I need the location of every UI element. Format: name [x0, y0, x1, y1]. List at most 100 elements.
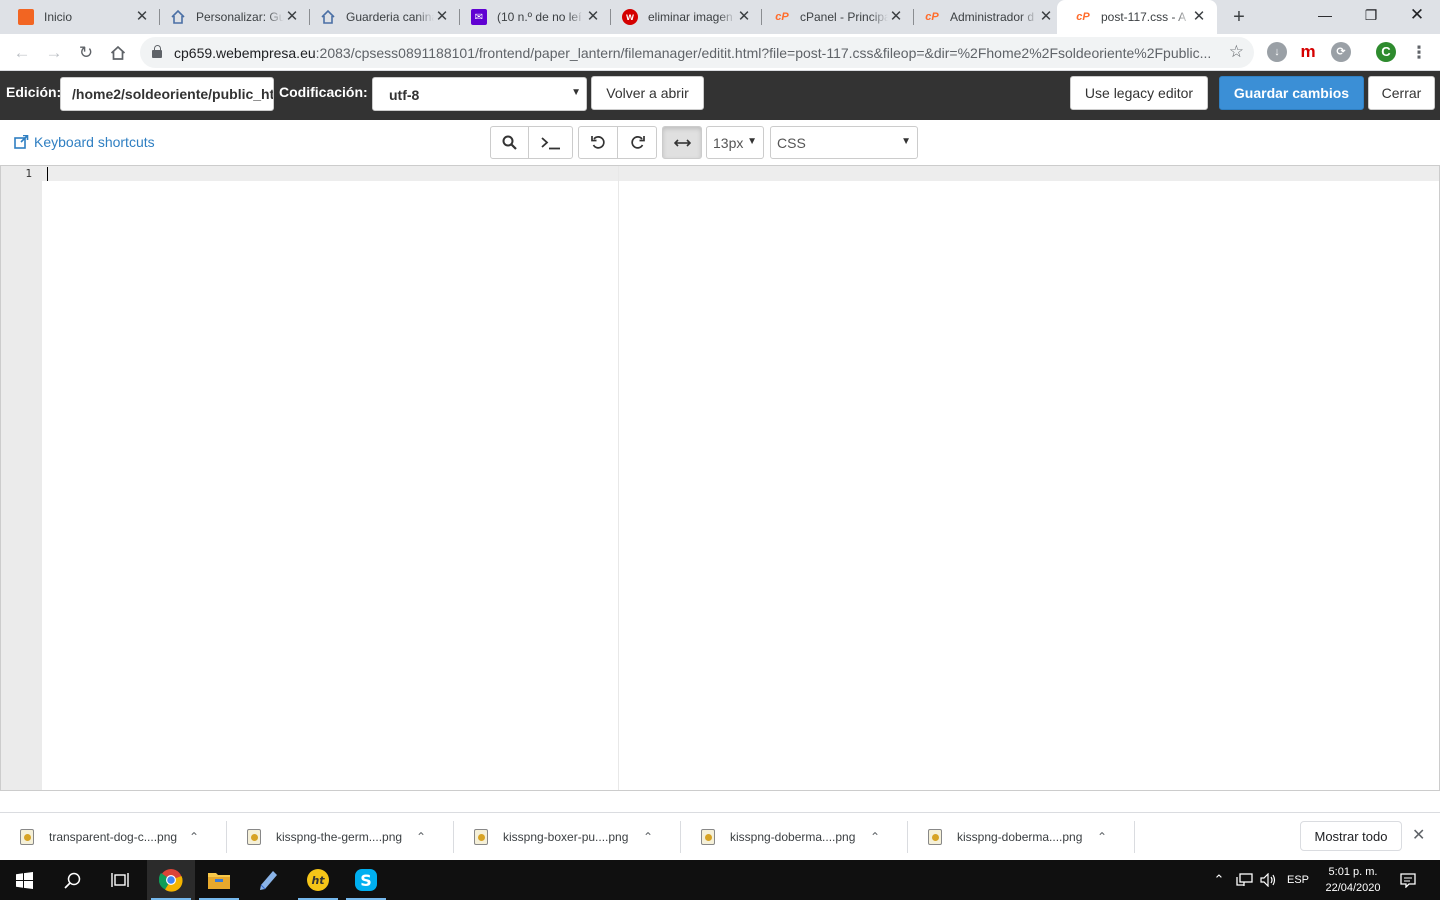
file-path-field[interactable]: /home2/soldeoriente/public_html [60, 77, 274, 111]
browser-tab[interactable]: Guarderia canina ✕ [302, 0, 460, 34]
terminal-icon [540, 136, 560, 149]
png-file-icon [928, 829, 942, 845]
close-tab-icon[interactable]: ✕ [888, 9, 904, 25]
show-all-downloads-button[interactable]: Mostrar todo [1300, 821, 1402, 851]
download-item[interactable]: transparent-dog-c....png ⌃ [0, 813, 227, 861]
reload-icon[interactable]: ↻ [72, 39, 100, 67]
png-file-icon [247, 829, 261, 845]
download-item[interactable]: kisspng-the-germ....png ⌃ [227, 813, 454, 861]
search-button[interactable] [490, 126, 529, 159]
code-editor[interactable]: 1 [0, 165, 1440, 791]
browser-tab-strip: Inicio ✕ Personalizar: Gu ✕ Guarderia ca… [0, 0, 1440, 34]
search-icon [502, 135, 517, 150]
encoding-value: utf-8 [389, 87, 420, 103]
notepad-icon[interactable] [244, 860, 292, 900]
cpanel-icon: cP [775, 11, 789, 23]
close-tab-icon[interactable]: ✕ [736, 9, 752, 25]
clock[interactable]: 5:01 p. m. 22/04/2020 [1318, 860, 1388, 900]
close-tab-icon[interactable]: ✕ [134, 9, 150, 25]
bookmark-star-icon[interactable]: ☆ [1229, 42, 1244, 62]
terminal-button[interactable] [528, 126, 573, 159]
search-icon[interactable] [48, 860, 96, 900]
mode-select[interactable]: CSS ▼ [770, 126, 918, 159]
file-explorer-icon[interactable] [195, 860, 243, 900]
reopen-button[interactable]: Volver a abrir [591, 76, 704, 110]
windows-start-icon[interactable] [0, 860, 48, 900]
kebab-menu-icon[interactable]: ⋮ [1405, 39, 1433, 67]
browser-tab[interactable]: w eliminar imagen ✕ [604, 0, 762, 34]
tab-title: post-117.css - A [1101, 10, 1187, 24]
redo-button[interactable] [617, 126, 657, 159]
svg-text:ht: ht [311, 874, 325, 887]
address-bar[interactable]: cp659.webempresa.eu:2083/cpsess089118810… [140, 37, 1254, 68]
url-host: cp659.webempresa.eu [174, 45, 316, 61]
extension-icon[interactable]: ⟳ [1331, 42, 1351, 62]
skype-icon[interactable]: S [342, 860, 390, 900]
caret-down-icon: ▼ [901, 136, 911, 147]
house-icon [170, 9, 186, 25]
horizontal-arrows-icon [673, 138, 691, 147]
keyboard-shortcuts-link[interactable]: Keyboard shortcuts [14, 134, 155, 150]
volume-icon[interactable] [1257, 860, 1279, 900]
close-tab-icon[interactable]: ✕ [585, 9, 601, 25]
new-tab-button[interactable]: + [1228, 6, 1250, 28]
extension-icon[interactable]: ↓ [1267, 42, 1287, 62]
chevron-up-icon[interactable]: ⌃ [870, 830, 880, 844]
tab-title: Administrador d [950, 10, 1035, 24]
close-tab-icon[interactable]: ✕ [1191, 9, 1207, 25]
browser-tab[interactable]: cP cPanel - Principa ✕ [756, 0, 914, 34]
chevron-up-icon[interactable]: ⌃ [1208, 860, 1230, 900]
task-view-icon[interactable] [96, 860, 144, 900]
chevron-up-icon[interactable]: ⌃ [416, 830, 426, 844]
keyboard-shortcuts-label: Keyboard shortcuts [34, 134, 155, 150]
minimize-icon[interactable]: — [1302, 0, 1348, 30]
tab-title: Guarderia canina [346, 10, 434, 24]
close-download-bar-icon[interactable]: ✕ [1412, 825, 1425, 845]
profile-avatar[interactable]: C [1376, 42, 1396, 62]
forward-arrow-icon[interactable]: → [40, 39, 68, 67]
legacy-editor-button[interactable]: Use legacy editor [1070, 76, 1208, 110]
browser-tab-active[interactable]: cP post-117.css - A ✕ [1057, 0, 1217, 34]
close-tab-icon[interactable]: ✕ [284, 9, 300, 25]
close-tab-icon[interactable]: ✕ [434, 9, 450, 25]
cpanel-icon: cP [925, 11, 939, 23]
browser-tab[interactable]: cP Administrador d ✕ [906, 0, 1064, 34]
chrome-icon[interactable] [147, 860, 195, 900]
cpanel-icon: cP [1076, 11, 1090, 23]
restore-icon[interactable]: ❐ [1348, 0, 1394, 30]
chevron-up-icon[interactable]: ⌃ [189, 830, 199, 844]
save-changes-button[interactable]: Guardar cambios [1219, 76, 1364, 110]
download-filename: kisspng-doberma....png [730, 830, 856, 844]
line-number-gutter: 1 [1, 166, 42, 790]
app-badge-icon[interactable]: ht [294, 860, 342, 900]
url-path: :2083/cpsess0891188101/frontend/paper_la… [315, 45, 1212, 61]
browser-tab[interactable]: ✉ (10 n.º de no leí ✕ [453, 0, 611, 34]
font-size-select[interactable]: 13px ▼ [706, 126, 764, 159]
home-icon[interactable] [104, 39, 132, 67]
browser-tab[interactable]: Personalizar: Gu ✕ [152, 0, 310, 34]
network-icon[interactable] [1234, 860, 1256, 900]
chevron-up-icon[interactable]: ⌃ [643, 830, 653, 844]
language-indicator[interactable]: ESP [1282, 860, 1314, 900]
lock-icon [152, 45, 162, 59]
notifications-icon[interactable] [1395, 860, 1421, 900]
download-filename: kisspng-the-germ....png [276, 830, 403, 844]
font-size-value: 13px [713, 135, 744, 151]
back-arrow-icon[interactable]: ← [8, 39, 36, 67]
download-filename: transparent-dog-c....png [49, 830, 178, 844]
download-item[interactable]: kisspng-doberma....png ⌃ [908, 813, 1135, 861]
close-button[interactable]: Cerrar [1368, 76, 1435, 110]
browser-tab[interactable]: Inicio ✕ [0, 0, 160, 34]
download-item[interactable]: kisspng-boxer-pu....png ⌃ [454, 813, 681, 861]
close-tab-icon[interactable]: ✕ [1038, 9, 1054, 25]
tab-title: Inicio [44, 10, 73, 24]
undo-button[interactable] [578, 126, 618, 159]
download-filename: kisspng-doberma....png [957, 830, 1083, 844]
codificacion-label: Codificación: [279, 84, 368, 100]
close-window-icon[interactable]: ✕ [1394, 0, 1440, 30]
chevron-up-icon[interactable]: ⌃ [1097, 830, 1107, 844]
download-item[interactable]: kisspng-doberma....png ⌃ [681, 813, 908, 861]
word-wrap-toggle[interactable] [662, 126, 702, 159]
encoding-select[interactable]: utf-8 ▼ [372, 77, 587, 111]
extension-m-icon[interactable]: m [1298, 42, 1318, 62]
